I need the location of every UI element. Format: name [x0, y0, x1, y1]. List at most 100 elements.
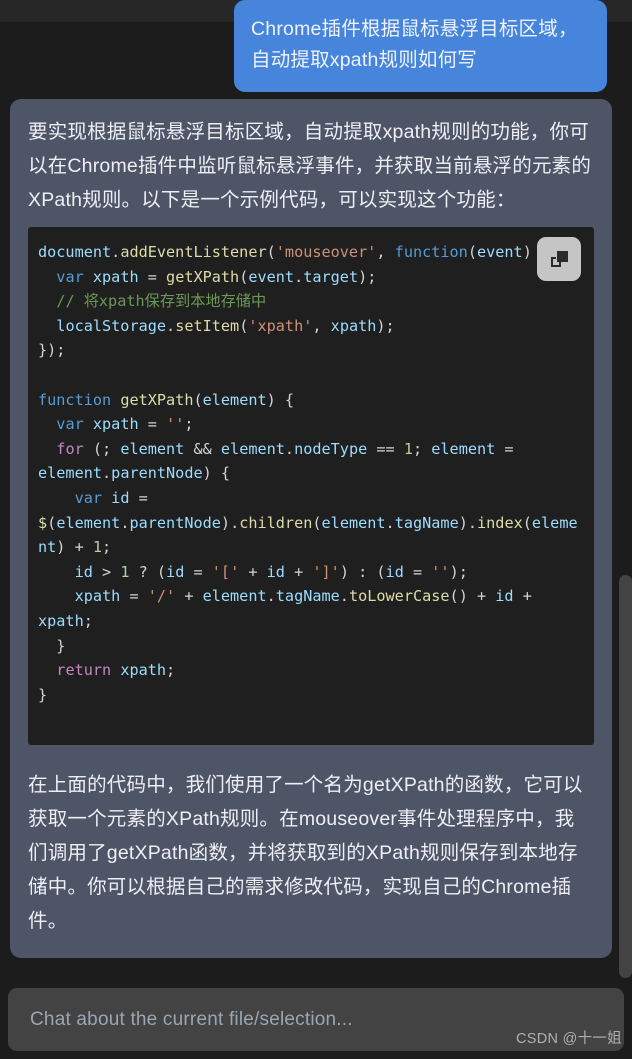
code-token: element [38, 464, 103, 483]
code-token: parentNode [111, 464, 203, 483]
code-token: , [376, 243, 395, 261]
code-token: + [175, 587, 203, 606]
code-token: ']' [312, 562, 340, 581]
assistant-message-bubble[interactable]: 要实现根据鼠标悬浮目标区域，自动提取xpath规则的功能，你可以在Chrome插… [10, 99, 612, 959]
code-token: '' [431, 562, 450, 581]
code-token: ; [184, 415, 194, 434]
code-token: ) { [202, 464, 231, 483]
code-token: id [266, 562, 285, 581]
code-token: ? ( [129, 562, 167, 581]
code-token: ( [239, 267, 249, 286]
code-token: 1 [92, 538, 103, 557]
code-token: // 将xpath保存到本地存储中 [38, 292, 267, 311]
code-token: element [56, 513, 121, 532]
code-token: = [138, 267, 167, 286]
code-token: element [220, 439, 285, 458]
code-token: ); [358, 267, 377, 286]
code-token: = [129, 488, 157, 507]
code-token: toLowerCase [348, 587, 450, 606]
code-token: index [477, 513, 523, 532]
code-token: (; [83, 439, 121, 458]
code-token: function [38, 390, 112, 409]
code-token: ) { [266, 390, 295, 409]
code-token: ); [449, 562, 468, 581]
chat-scrollbar-track[interactable] [619, 0, 632, 978]
code-token: var [74, 488, 103, 507]
code-token: tagName [394, 513, 459, 532]
code-token: id [495, 587, 514, 606]
assistant-paragraph-2: 在上面的代码中，我们使用了一个名为getXPath的函数，它可以获取一个元素的X… [28, 774, 583, 933]
user-message-bubble[interactable]: Chrome插件根据鼠标悬浮目标区域，自动提取xpath规则如何写 [234, 0, 607, 92]
code-token: xpath [92, 415, 139, 434]
code-token: event [248, 267, 295, 286]
code-token: nodeType [294, 439, 368, 458]
code-token: . [385, 513, 395, 532]
code-token: element [202, 587, 267, 606]
code-token: = [184, 562, 212, 581]
code-token: ( [312, 513, 322, 532]
code-token: ( [193, 390, 203, 409]
code-token: + [239, 562, 267, 581]
code-token: element [431, 439, 496, 458]
code-token: addEventListener [120, 243, 267, 261]
code-token: document [38, 243, 112, 261]
assistant-message-row: 要实现根据鼠标悬浮目标区域，自动提取xpath规则的功能，你可以在Chrome插… [10, 99, 612, 959]
code-token: + [513, 587, 541, 606]
code-token: , [312, 316, 331, 335]
chat-input-placeholder[interactable]: Chat about the current file/selection... [30, 1009, 353, 1031]
code-token: = [495, 439, 523, 458]
code-token: 'mouseover' [275, 243, 377, 261]
code-token: event [476, 243, 523, 261]
code-token: . [294, 267, 304, 286]
code-token: > [92, 562, 121, 581]
code-token: = [138, 415, 167, 434]
code-token: ( [266, 243, 276, 261]
code-token: }); [38, 341, 66, 360]
code-token: ; [102, 538, 112, 557]
code-token: localStorage [56, 316, 167, 335]
code-token: ) + [56, 538, 93, 557]
code-token: '[' [211, 562, 240, 581]
user-message-row: Chrome插件根据鼠标悬浮目标区域，自动提取xpath规则如何写 [0, 0, 632, 92]
code-token: 'xpath' [248, 316, 313, 335]
code-block-content[interactable]: document.addEventListener('mouseover', f… [38, 240, 578, 707]
code-token: } [38, 636, 66, 655]
code-token: () + [449, 587, 496, 606]
code-token: ). [458, 513, 478, 532]
code-token: ( [522, 513, 532, 532]
code-token: id [74, 562, 93, 581]
copy-code-button[interactable] [537, 237, 581, 281]
code-token: . [166, 316, 176, 335]
code-token: return [56, 661, 112, 680]
code-token: ). [220, 513, 240, 532]
code-token: '/' [147, 587, 176, 606]
code-token: element [120, 439, 185, 458]
code-token: } [38, 685, 48, 704]
code-token: ; [412, 439, 432, 458]
code-token: id [385, 562, 404, 581]
code-token: = [403, 562, 432, 581]
code-token: '' [166, 415, 185, 434]
code-token: . [284, 439, 295, 458]
code-token: && [184, 439, 221, 458]
code-token: target [303, 267, 359, 286]
code-token: id [166, 562, 185, 581]
code-block[interactable]: document.addEventListener('mouseover', f… [28, 227, 594, 746]
code-token: . [339, 587, 349, 606]
code-token: . [111, 243, 121, 261]
code-token: ) : ( [339, 562, 386, 581]
chat-scrollbar-thumb[interactable] [619, 575, 632, 978]
code-token: xpath [92, 267, 139, 286]
code-token: children [239, 513, 313, 532]
code-token: ( [239, 316, 249, 335]
chat-scroll-area[interactable]: Chrome插件根据鼠标悬浮目标区域，自动提取xpath规则如何写 要实现根据鼠… [0, 0, 632, 978]
